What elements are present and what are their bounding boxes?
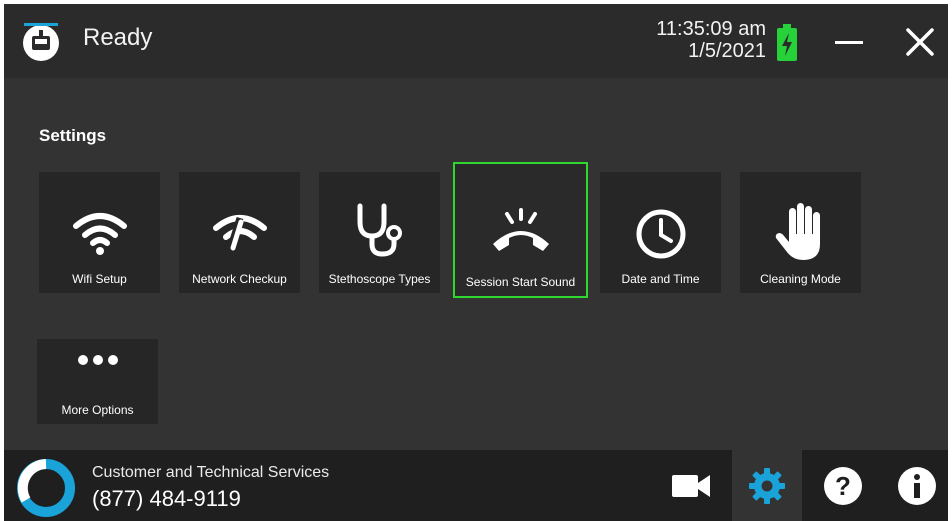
- info-icon: [898, 466, 936, 505]
- stethoscope-icon: [357, 203, 402, 257]
- tile-session-start-sound[interactable]: Session Start Sound: [453, 162, 588, 298]
- clock-time: 11:35:09 am: [656, 18, 766, 40]
- tile-more-options[interactable]: More Options: [37, 339, 158, 424]
- close-icon: [906, 28, 934, 56]
- video-camera-icon: [672, 474, 710, 497]
- settings-button[interactable]: [732, 450, 802, 521]
- service-label: Customer and Technical Services: [92, 464, 330, 481]
- tile-label: Cleaning Mode: [760, 272, 841, 286]
- tile-label: Session Start Sound: [465, 275, 576, 289]
- info-button[interactable]: [882, 450, 948, 521]
- more-icon: [77, 355, 118, 365]
- phone-ringing-icon: [492, 208, 549, 251]
- settings-title: Settings: [39, 126, 107, 145]
- help-icon: ?: [824, 466, 862, 505]
- tile-cleaning-mode[interactable]: Cleaning Mode: [740, 172, 861, 293]
- wifi-icon: [72, 213, 127, 255]
- battery-charging-icon: [775, 24, 799, 62]
- app-logo-icon: [18, 20, 64, 62]
- tile-stethoscope-types[interactable]: Stethoscope Types: [319, 172, 440, 293]
- video-call-button[interactable]: [656, 450, 726, 521]
- tile-label: Stethoscope Types: [328, 272, 431, 286]
- tile-label: Wifi Setup: [72, 272, 127, 286]
- tile-network-checkup[interactable]: Network Checkup: [179, 172, 300, 293]
- tile-wifi-setup[interactable]: Wifi Setup: [39, 172, 160, 293]
- clock-date: 1/5/2021: [688, 40, 766, 62]
- hand-icon: [775, 203, 820, 260]
- close-button[interactable]: [902, 24, 938, 60]
- tile-label: Network Checkup: [192, 272, 287, 286]
- tile-label: Date and Time: [621, 272, 700, 286]
- service-logo-icon: [16, 458, 76, 518]
- help-button[interactable]: ?: [808, 450, 878, 521]
- clock: 11:35:09 am 1/5/2021: [656, 18, 766, 62]
- settings-gear-icon: [749, 467, 785, 504]
- tile-date-and-time[interactable]: Date and Time: [600, 172, 721, 293]
- top-bar: Ready 11:35:09 am 1/5/2021: [4, 4, 948, 78]
- svg-text:?: ?: [835, 471, 851, 501]
- minimize-button[interactable]: [833, 26, 865, 58]
- app-screen: Ready 11:35:09 am 1/5/2021 Settings Wifi…: [4, 4, 948, 521]
- bottom-bar: Customer and Technical Services (877) 48…: [4, 450, 948, 521]
- tile-label: More Options: [61, 403, 134, 417]
- network-checkup-icon: [212, 215, 267, 252]
- service-phone[interactable]: (877) 484-9119: [92, 486, 241, 512]
- connection-status: Ready: [83, 24, 153, 51]
- clock-icon: [636, 209, 685, 259]
